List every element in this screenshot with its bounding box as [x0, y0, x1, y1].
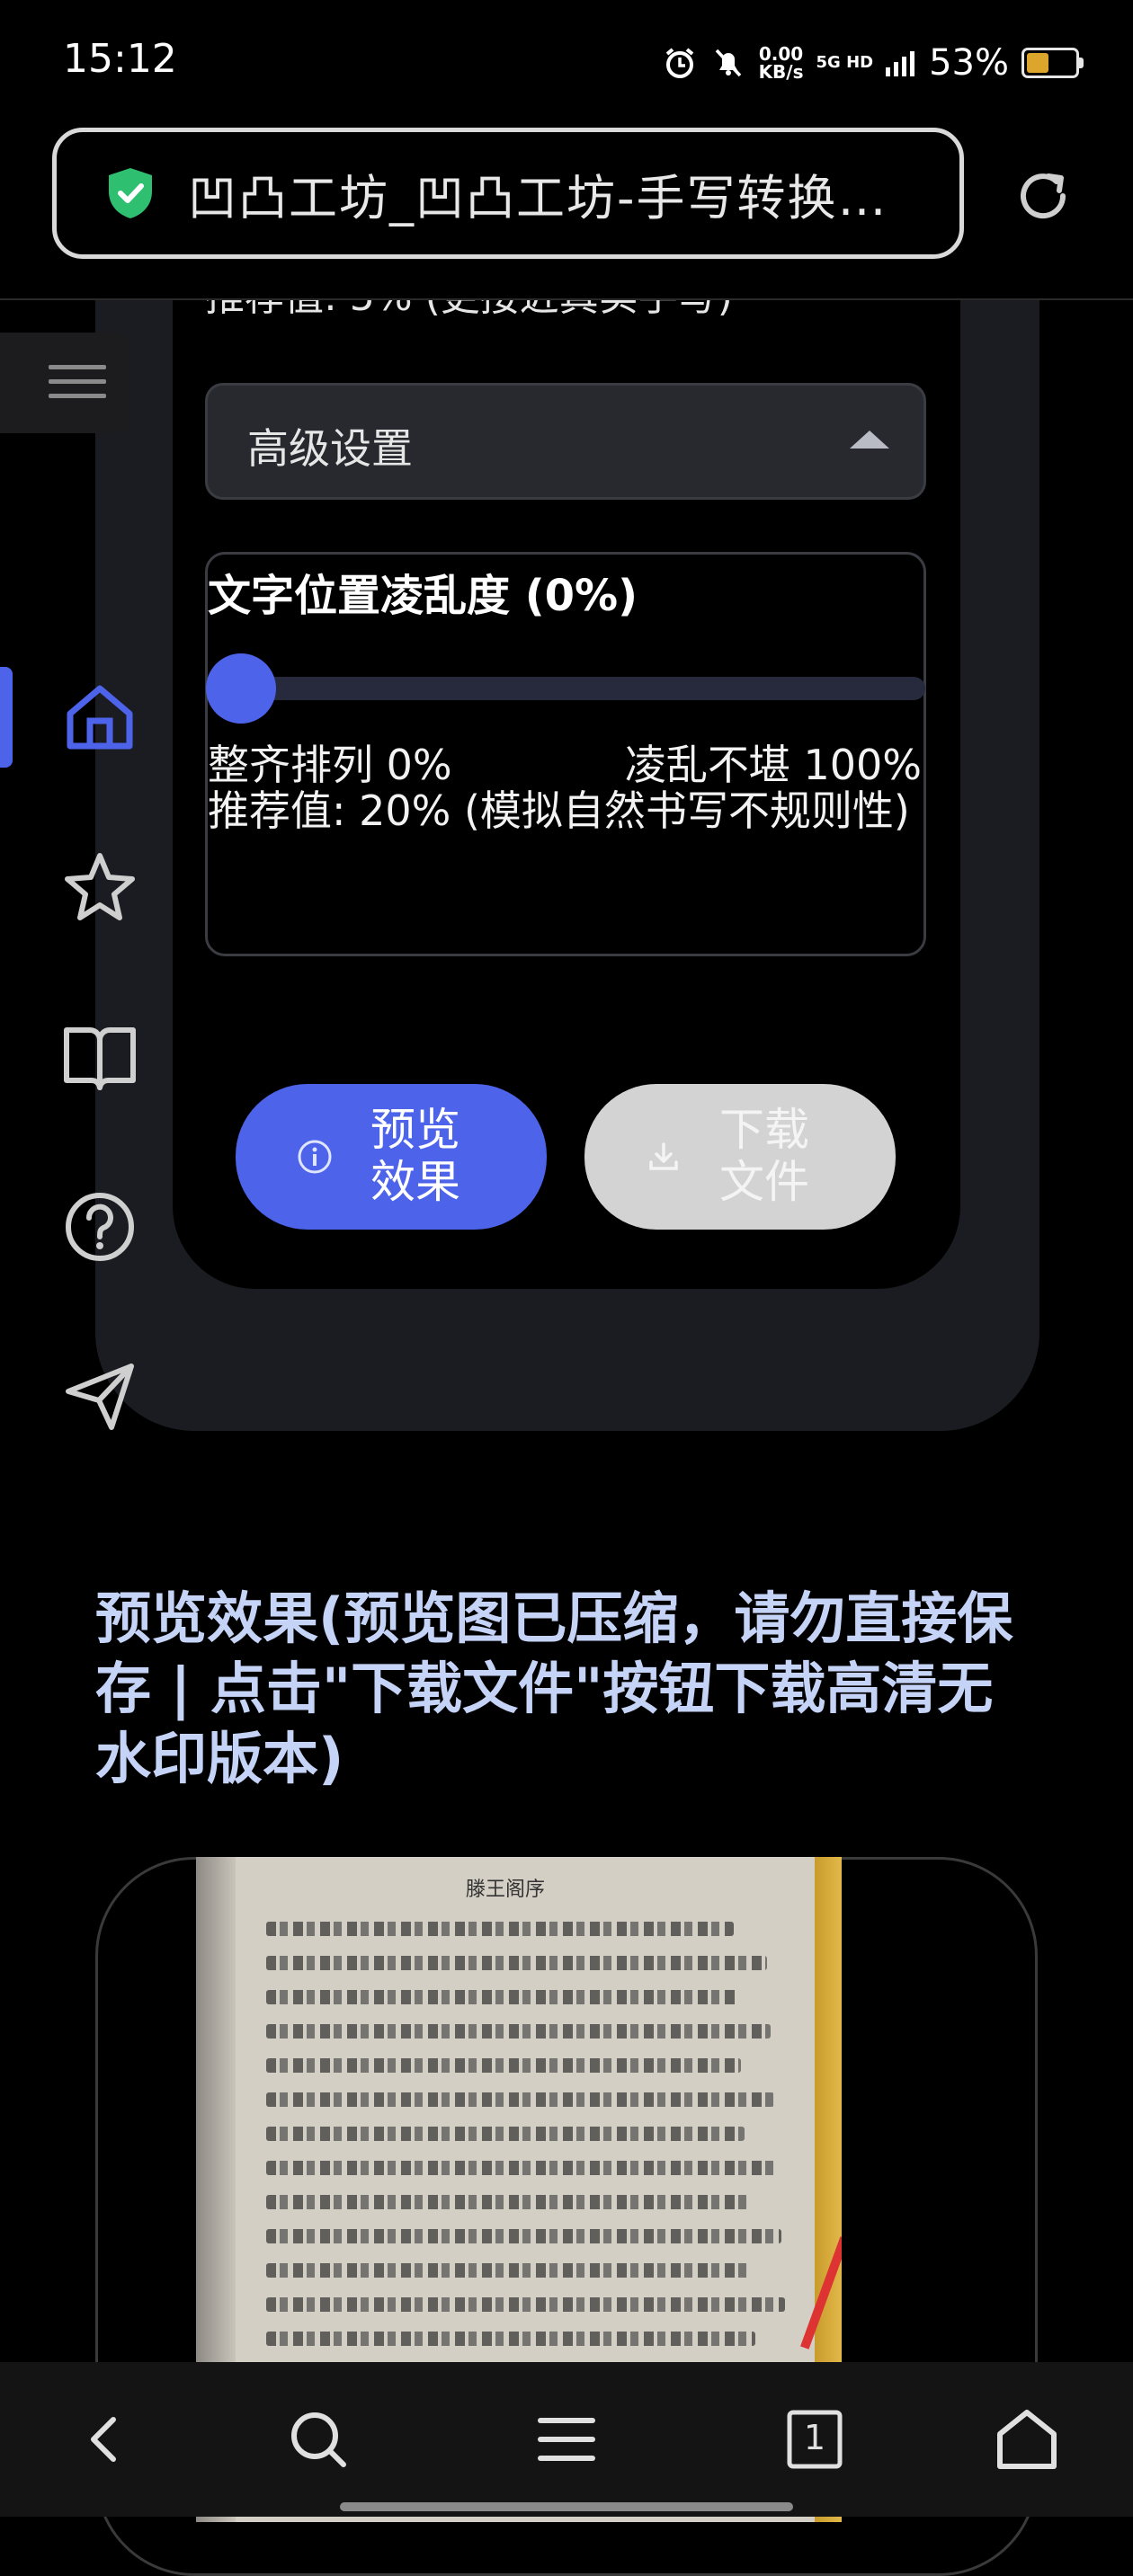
preview-button[interactable]: 预览效果 [236, 1084, 547, 1230]
jitter-recommendation: 推荐值: 20% (模拟自然书写不规则性) [208, 786, 910, 835]
signal-icon [886, 51, 915, 76]
search-icon[interactable] [284, 2405, 352, 2474]
tabs-icon[interactable]: 1 [781, 2405, 849, 2474]
reload-icon[interactable] [1013, 165, 1074, 227]
settings-inner-panel: 推荐值: 5% (更接近真实手写) 高级设置 文字位置凌乱度 (0%) 整齐排列… [173, 300, 960, 1289]
handwriting-line [266, 2161, 778, 2175]
mute-bell-icon [715, 49, 741, 77]
download-button-label: 下载文件 [719, 1104, 809, 1208]
status-time: 15:12 [63, 36, 177, 82]
tab-count: 1 [803, 2418, 826, 2457]
address-bar[interactable]: 凹凸工坊_凹凸工坊-手写转换… [52, 128, 964, 259]
handwriting-line [266, 1956, 767, 1970]
range-min-label: 整齐排列 0% [208, 741, 452, 789]
handwriting-line [266, 2092, 774, 2107]
handwriting-line [266, 2024, 771, 2039]
secure-shield-icon [109, 168, 152, 218]
jitter-slider-track[interactable] [217, 677, 925, 700]
menu-toggle[interactable] [0, 333, 131, 433]
help-icon[interactable] [63, 1190, 137, 1264]
home-indicator[interactable] [340, 2502, 793, 2511]
jitter-setting: 文字位置凌乱度 (0%) 整齐排列 0% 凌乱不堪 100% 推荐值: 20% … [205, 552, 926, 956]
handwriting-line [266, 2127, 745, 2141]
url-title: 凹凸工坊_凹凸工坊-手写转换… [188, 169, 888, 227]
network-type: 5G HD [816, 53, 874, 72]
preview-heading: 预览效果(预览图已压缩，请勿直接保存 | 点击"下载文件"按钮下载高清无水印版本… [95, 1586, 1013, 1791]
handwriting-line [266, 2195, 748, 2209]
handwriting-line [266, 2297, 785, 2312]
back-icon[interactable] [72, 2405, 140, 2474]
book-icon[interactable] [63, 1019, 137, 1093]
preview-button-label: 预览效果 [370, 1104, 460, 1208]
home-icon[interactable] [993, 2405, 1061, 2474]
handwriting-line [266, 1922, 734, 1936]
battery-percent: 53% [929, 42, 1009, 84]
menu-icon[interactable] [532, 2405, 601, 2474]
handwriting-line [266, 2332, 755, 2346]
handwriting-line [266, 2229, 781, 2243]
handwriting-line [266, 2263, 752, 2278]
send-icon[interactable] [63, 1359, 137, 1433]
info-icon [298, 1140, 332, 1174]
status-icons: 0.00 KB/s 5G HD 53% [662, 36, 1084, 90]
caret-up-icon [850, 431, 889, 449]
jitter-slider-thumb[interactable] [206, 653, 276, 724]
alarm-icon [665, 48, 693, 78]
home-icon[interactable] [63, 680, 137, 753]
net-speed: 0.00 KB/s [758, 43, 804, 83]
star-icon[interactable] [63, 850, 137, 924]
battery-icon [1021, 48, 1084, 78]
preview-image-title: 滕王阁序 [466, 1879, 546, 1901]
jitter-title: 文字位置凌乱度 (0%) [208, 571, 638, 621]
range-max-label: 凌乱不堪 100% [624, 741, 922, 789]
advanced-settings-label: 高级设置 [247, 424, 413, 473]
handwriting-line [266, 1990, 737, 2004]
recommend-text: 推荐值: 5% (更接近真实手写) [205, 300, 733, 322]
handwriting-line [266, 2058, 741, 2073]
menu-icon [49, 365, 106, 398]
advanced-settings-toggle[interactable]: 高级设置 [205, 383, 926, 500]
active-indicator [0, 667, 13, 768]
download-button[interactable]: 下载文件 [584, 1084, 896, 1230]
download-icon [649, 1142, 678, 1170]
